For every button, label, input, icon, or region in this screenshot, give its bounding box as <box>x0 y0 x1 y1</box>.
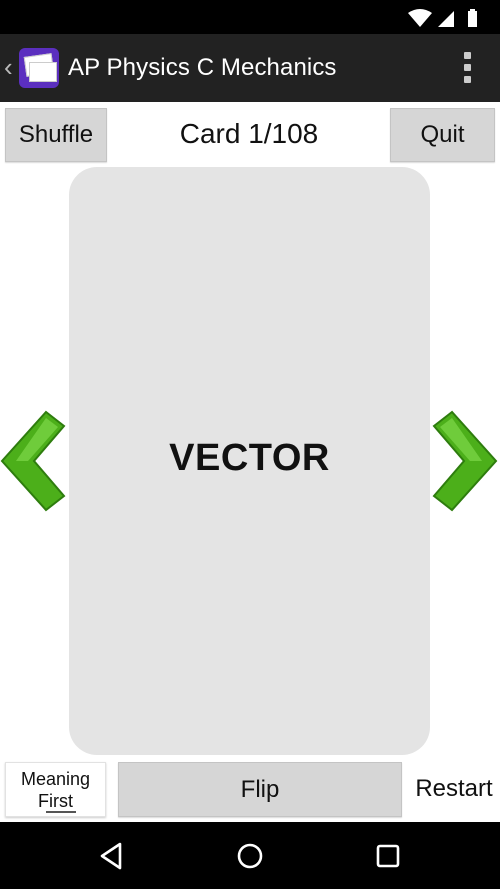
status-bar <box>0 0 500 34</box>
app-icon[interactable] <box>19 48 59 88</box>
card-term: VECTOR <box>169 437 330 479</box>
meaning-first-toggle[interactable]: Meaning First <box>5 762 106 817</box>
more-vertical-icon[interactable] <box>462 52 472 84</box>
meaning-first-underline <box>46 811 76 813</box>
wifi-icon <box>408 9 432 27</box>
status-icons <box>408 9 477 27</box>
flashcard[interactable]: VECTOR <box>69 167 430 755</box>
shuffle-button[interactable]: Shuffle <box>5 108 107 162</box>
action-bar: ‹ AP Physics C Mechanics <box>0 34 500 102</box>
meaning-first-line1: Meaning <box>20 769 91 789</box>
quit-button[interactable]: Quit <box>390 108 495 162</box>
square-recents-icon[interactable] <box>372 840 404 872</box>
app-title: AP Physics C Mechanics <box>68 54 337 81</box>
card-counter: Card 1/108 <box>179 118 319 149</box>
green-arrow-left-icon[interactable] <box>0 410 68 512</box>
signal-icon <box>438 11 454 27</box>
meaning-first-line2: First <box>38 791 73 811</box>
chevron-left-icon[interactable]: ‹ <box>4 52 13 82</box>
circle-home-icon[interactable] <box>234 840 266 872</box>
flip-button[interactable]: Flip <box>118 762 402 817</box>
battery-icon <box>468 11 477 27</box>
triangle-back-icon[interactable] <box>96 840 128 872</box>
green-arrow-right-icon[interactable] <box>430 410 498 512</box>
navigation-bar <box>0 822 500 889</box>
restart-button[interactable]: Restart <box>408 766 500 812</box>
